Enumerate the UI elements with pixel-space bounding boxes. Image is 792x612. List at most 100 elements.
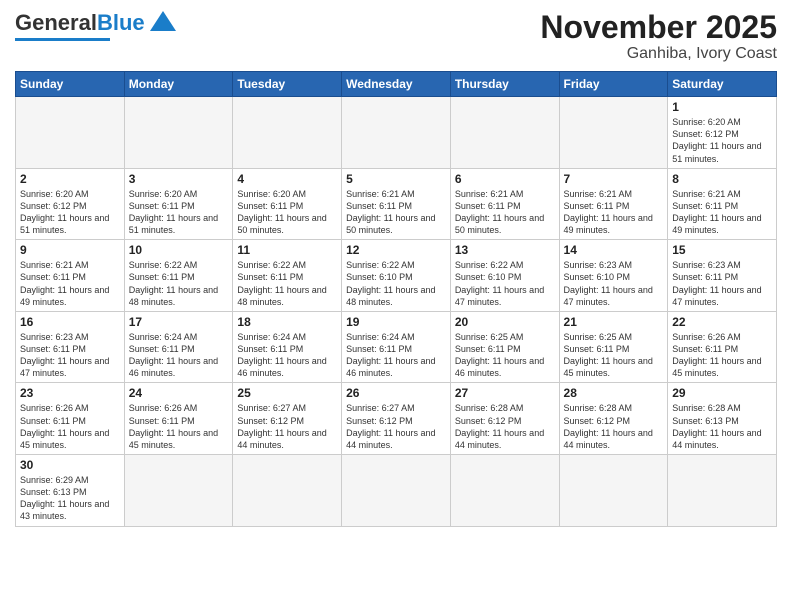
- table-row: [668, 455, 777, 527]
- day-info: Sunrise: 6:20 AM Sunset: 6:12 PM Dayligh…: [20, 188, 120, 237]
- logo: GeneralBlue: [15, 10, 178, 41]
- table-row: 26 Sunrise: 6:27 AM Sunset: 6:12 PM Dayli…: [342, 383, 451, 455]
- day-info: Sunrise: 6:24 AM Sunset: 6:11 PM Dayligh…: [346, 331, 446, 380]
- table-row: 9Sunrise: 6:21 AM Sunset: 6:11 PM Daylig…: [16, 240, 125, 312]
- table-row: 6 Sunrise: 6:21 AM Sunset: 6:11 PM Daylig…: [450, 168, 559, 240]
- table-row: [124, 97, 233, 169]
- day-info: Sunrise: 6:20 AM Sunset: 6:11 PM Dayligh…: [129, 188, 229, 237]
- day-number: 19: [346, 315, 446, 329]
- day-number: 20: [455, 315, 555, 329]
- day-info: Sunrise: 6:25 AM Sunset: 6:11 PM Dayligh…: [564, 331, 664, 380]
- day-number: 26: [346, 386, 446, 400]
- day-info: Sunrise: 6:27 AM Sunset: 6:12 PM Dayligh…: [346, 402, 446, 451]
- table-row: 20Sunrise: 6:25 AM Sunset: 6:11 PM Dayli…: [450, 311, 559, 383]
- day-number: 10: [129, 243, 229, 257]
- table-row: 12 Sunrise: 6:22 AM Sunset: 6:10 PM Dayli…: [342, 240, 451, 312]
- day-number: 13: [455, 243, 555, 257]
- header: GeneralBlue November 2025 Ganhiba, Ivory…: [15, 10, 777, 63]
- calendar-table: Sunday Monday Tuesday Wednesday Thursday…: [15, 71, 777, 526]
- day-number: 5: [346, 172, 446, 186]
- day-info: Sunrise: 6:21 AM Sunset: 6:11 PM Dayligh…: [672, 188, 772, 237]
- table-row: [559, 455, 668, 527]
- day-info: Sunrise: 6:23 AM Sunset: 6:11 PM Dayligh…: [672, 259, 772, 308]
- table-row: [233, 455, 342, 527]
- day-number: 1: [672, 100, 772, 114]
- table-row: [16, 97, 125, 169]
- day-number: 23: [20, 386, 120, 400]
- day-info: Sunrise: 6:24 AM Sunset: 6:11 PM Dayligh…: [237, 331, 337, 380]
- table-row: 30 Sunrise: 6:29 AM Sunset: 6:13 PM Dayli…: [16, 455, 125, 527]
- day-info: Sunrise: 6:20 AM Sunset: 6:12 PM Dayligh…: [672, 116, 772, 165]
- table-row: 24 Sunrise: 6:26 AM Sunset: 6:11 PM Dayli…: [124, 383, 233, 455]
- table-row: 19 Sunrise: 6:24 AM Sunset: 6:11 PM Dayli…: [342, 311, 451, 383]
- table-row: 17 Sunrise: 6:24 AM Sunset: 6:11 PM Dayli…: [124, 311, 233, 383]
- day-info: Sunrise: 6:26 AM Sunset: 6:11 PM Dayligh…: [672, 331, 772, 380]
- header-saturday: Saturday: [668, 72, 777, 97]
- day-info: Sunrise: 6:27 AM Sunset: 6:12 PM Dayligh…: [237, 402, 337, 451]
- table-row: 3 Sunrise: 6:20 AM Sunset: 6:11 PM Daylig…: [124, 168, 233, 240]
- day-info: Sunrise: 6:24 AM Sunset: 6:11 PM Dayligh…: [129, 331, 229, 380]
- header-wednesday: Wednesday: [342, 72, 451, 97]
- day-number: 6: [455, 172, 555, 186]
- day-info: Sunrise: 6:22 AM Sunset: 6:10 PM Dayligh…: [346, 259, 446, 308]
- day-number: 15: [672, 243, 772, 257]
- table-row: 18 Sunrise: 6:24 AM Sunset: 6:11 PM Dayli…: [233, 311, 342, 383]
- table-row: 25Sunrise: 6:27 AM Sunset: 6:12 PM Dayli…: [233, 383, 342, 455]
- table-row: 11 Sunrise: 6:22 AM Sunset: 6:11 PM Dayli…: [233, 240, 342, 312]
- header-friday: Friday: [559, 72, 668, 97]
- weekday-header-row: Sunday Monday Tuesday Wednesday Thursday…: [16, 72, 777, 97]
- day-number: 7: [564, 172, 664, 186]
- table-row: 1 Sunrise: 6:20 AM Sunset: 6:12 PM Daylig…: [668, 97, 777, 169]
- day-info: Sunrise: 6:23 AM Sunset: 6:10 PM Dayligh…: [564, 259, 664, 308]
- day-number: 4: [237, 172, 337, 186]
- day-info: Sunrise: 6:22 AM Sunset: 6:11 PM Dayligh…: [129, 259, 229, 308]
- table-row: [342, 455, 451, 527]
- day-info: Sunrise: 6:21 AM Sunset: 6:11 PM Dayligh…: [20, 259, 120, 308]
- day-info: Sunrise: 6:28 AM Sunset: 6:12 PM Dayligh…: [455, 402, 555, 451]
- day-info: Sunrise: 6:22 AM Sunset: 6:11 PM Dayligh…: [237, 259, 337, 308]
- table-row: 5 Sunrise: 6:21 AM Sunset: 6:11 PM Daylig…: [342, 168, 451, 240]
- day-info: Sunrise: 6:28 AM Sunset: 6:13 PM Dayligh…: [672, 402, 772, 451]
- day-number: 17: [129, 315, 229, 329]
- table-row: 28 Sunrise: 6:28 AM Sunset: 6:12 PM Dayli…: [559, 383, 668, 455]
- logo-underline: [15, 38, 110, 41]
- table-row: 21 Sunrise: 6:25 AM Sunset: 6:11 PM Dayli…: [559, 311, 668, 383]
- day-info: Sunrise: 6:23 AM Sunset: 6:11 PM Dayligh…: [20, 331, 120, 380]
- day-info: Sunrise: 6:21 AM Sunset: 6:11 PM Dayligh…: [346, 188, 446, 237]
- table-row: 8 Sunrise: 6:21 AM Sunset: 6:11 PM Daylig…: [668, 168, 777, 240]
- day-number: 3: [129, 172, 229, 186]
- day-info: Sunrise: 6:28 AM Sunset: 6:12 PM Dayligh…: [564, 402, 664, 451]
- page-title: November 2025: [540, 10, 777, 45]
- table-row: [342, 97, 451, 169]
- logo-general: General: [15, 10, 97, 35]
- day-number: 24: [129, 386, 229, 400]
- day-info: Sunrise: 6:21 AM Sunset: 6:11 PM Dayligh…: [455, 188, 555, 237]
- day-number: 18: [237, 315, 337, 329]
- table-row: [559, 97, 668, 169]
- day-info: Sunrise: 6:26 AM Sunset: 6:11 PM Dayligh…: [129, 402, 229, 451]
- day-number: 16: [20, 315, 120, 329]
- day-number: 2: [20, 172, 120, 186]
- day-info: Sunrise: 6:29 AM Sunset: 6:13 PM Dayligh…: [20, 474, 120, 523]
- day-info: Sunrise: 6:26 AM Sunset: 6:11 PM Dayligh…: [20, 402, 120, 451]
- day-number: 14: [564, 243, 664, 257]
- day-number: 27: [455, 386, 555, 400]
- table-row: [124, 455, 233, 527]
- header-tuesday: Tuesday: [233, 72, 342, 97]
- table-row: 7 Sunrise: 6:21 AM Sunset: 6:11 PM Daylig…: [559, 168, 668, 240]
- table-row: [450, 97, 559, 169]
- day-number: 12: [346, 243, 446, 257]
- table-row: 16 Sunrise: 6:23 AM Sunset: 6:11 PM Dayli…: [16, 311, 125, 383]
- table-row: 27 Sunrise: 6:28 AM Sunset: 6:12 PM Dayli…: [450, 383, 559, 455]
- day-number: 30: [20, 458, 120, 472]
- table-row: [450, 455, 559, 527]
- header-monday: Monday: [124, 72, 233, 97]
- day-number: 11: [237, 243, 337, 257]
- day-number: 28: [564, 386, 664, 400]
- table-row: 14 Sunrise: 6:23 AM Sunset: 6:10 PM Dayli…: [559, 240, 668, 312]
- table-row: 10 Sunrise: 6:22 AM Sunset: 6:11 PM Dayli…: [124, 240, 233, 312]
- day-number: 21: [564, 315, 664, 329]
- title-block: November 2025 Ganhiba, Ivory Coast: [540, 10, 777, 63]
- day-info: Sunrise: 6:21 AM Sunset: 6:11 PM Dayligh…: [564, 188, 664, 237]
- day-number: 8: [672, 172, 772, 186]
